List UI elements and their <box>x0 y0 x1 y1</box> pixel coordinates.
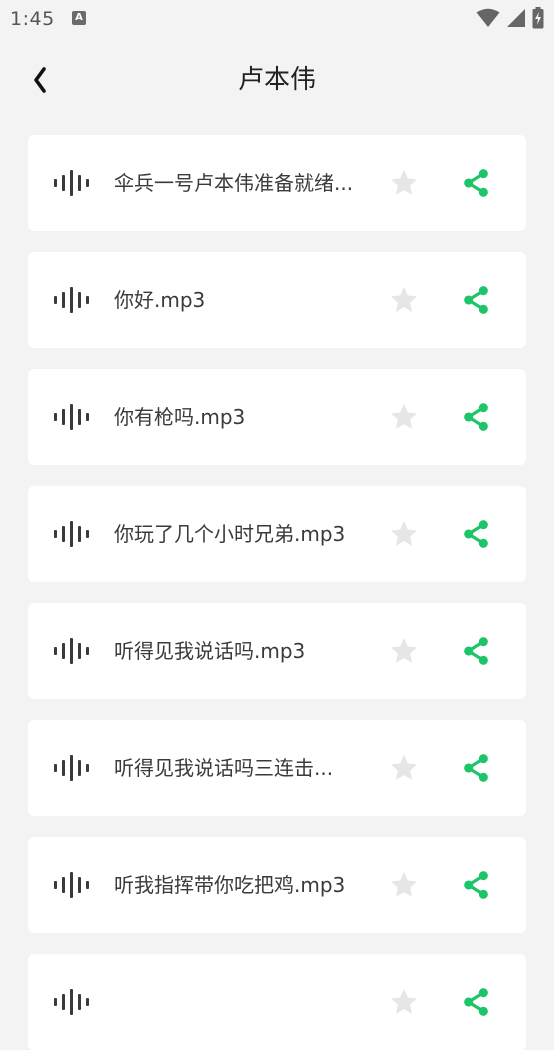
star-icon <box>390 169 418 195</box>
share-icon <box>464 988 488 1016</box>
favorite-button[interactable] <box>388 167 420 199</box>
audio-item[interactable]: 听我指挥带你吃把鸡.mp3 <box>28 837 526 933</box>
share-icon <box>464 403 488 431</box>
audio-wave-icon <box>54 287 89 313</box>
battery-charging-icon <box>532 7 544 29</box>
star-icon <box>390 403 418 429</box>
share-icon <box>464 286 488 314</box>
share-icon <box>464 754 488 782</box>
audio-item[interactable]: 你有枪吗.mp3 <box>28 369 526 465</box>
status-bar: 1:45 A <box>0 0 554 40</box>
favorite-button[interactable] <box>388 401 420 433</box>
share-button[interactable] <box>460 635 492 667</box>
share-icon <box>464 520 488 548</box>
share-icon <box>464 169 488 197</box>
cellular-signal-icon <box>507 9 525 27</box>
audio-file-name: 你好.mp3 <box>114 288 206 312</box>
audio-wave-icon <box>54 755 89 781</box>
audio-item[interactable]: 你玩了几个小时兄弟.mp3 <box>28 486 526 582</box>
favorite-button[interactable] <box>388 518 420 550</box>
share-button[interactable] <box>460 401 492 433</box>
share-icon <box>464 637 488 665</box>
star-icon <box>390 754 418 780</box>
status-icons <box>476 7 544 29</box>
audio-wave-icon <box>54 638 89 664</box>
top-app-bar: 卢本伟 <box>0 40 554 120</box>
star-icon <box>390 988 418 1014</box>
favorite-button[interactable] <box>388 752 420 784</box>
app-notification-icon: A <box>72 11 86 25</box>
share-button[interactable] <box>460 752 492 784</box>
audio-item[interactable]: 伞兵一号卢本伟准备就绪... <box>28 135 526 231</box>
audio-wave-icon <box>54 989 89 1015</box>
favorite-button[interactable] <box>388 284 420 316</box>
share-button[interactable] <box>460 284 492 316</box>
audio-file-name: 听得见我说话吗三连击... <box>114 756 334 780</box>
audio-item[interactable]: 你好.mp3 <box>28 252 526 348</box>
audio-file-name: 伞兵一号卢本伟准备就绪... <box>114 171 354 195</box>
page-title: 卢本伟 <box>237 65 316 95</box>
favorite-button[interactable] <box>388 869 420 901</box>
audio-item[interactable]: 听得见我说话吗三连击... <box>28 720 526 816</box>
star-icon <box>390 637 418 663</box>
share-icon <box>464 871 488 899</box>
audio-file-name: 听我指挥带你吃把鸡.mp3 <box>114 873 346 897</box>
star-icon <box>390 520 418 546</box>
audio-wave-icon <box>54 404 89 430</box>
wifi-icon <box>476 8 500 27</box>
audio-file-name: 听得见我说话吗.mp3 <box>114 639 306 663</box>
audio-file-name: 你玩了几个小时兄弟.mp3 <box>114 522 346 546</box>
audio-wave-icon <box>54 170 89 196</box>
share-button[interactable] <box>460 167 492 199</box>
audio-file-name: 你有枪吗.mp3 <box>114 405 246 429</box>
share-button[interactable] <box>460 518 492 550</box>
audio-wave-icon <box>54 872 89 898</box>
audio-item[interactable]: 听得见我说话吗.mp3 <box>28 603 526 699</box>
share-button[interactable] <box>460 986 492 1018</box>
share-button[interactable] <box>460 869 492 901</box>
favorite-button[interactable] <box>388 986 420 1018</box>
status-time: 1:45 <box>10 8 55 30</box>
star-icon <box>390 871 418 897</box>
favorite-button[interactable] <box>388 635 420 667</box>
audio-item[interactable] <box>28 954 526 1050</box>
star-icon <box>390 286 418 312</box>
audio-wave-icon <box>54 521 89 547</box>
